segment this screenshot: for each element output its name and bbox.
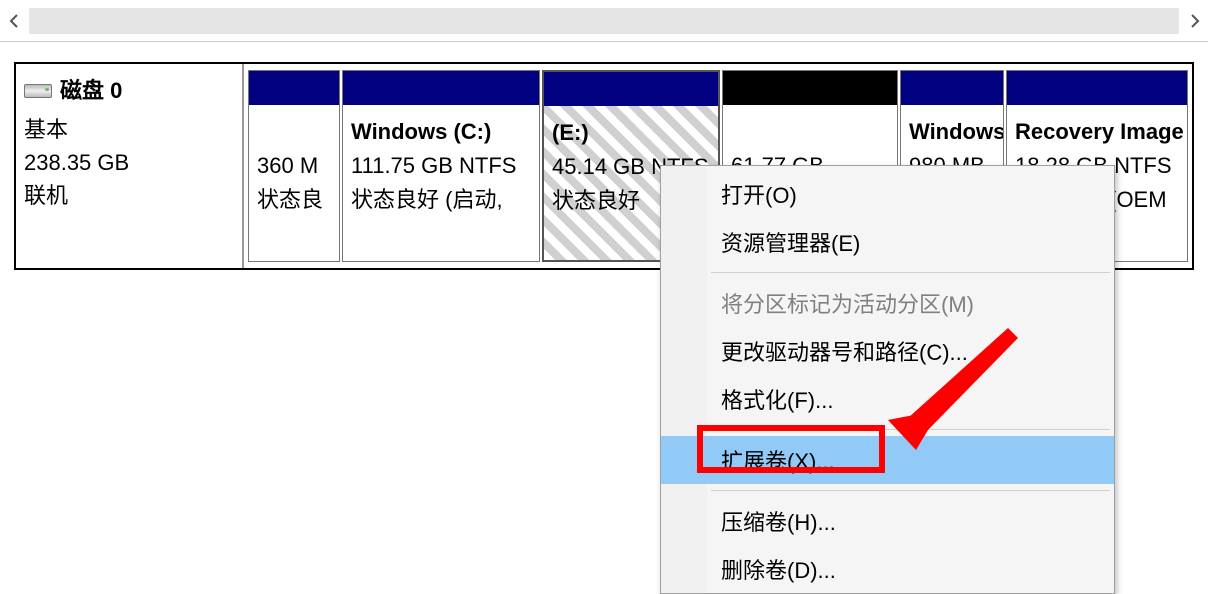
- partition-header: [901, 71, 1003, 105]
- disk-title: 磁盘 0: [60, 74, 122, 107]
- partition[interactable]: 360 M状态良: [248, 70, 340, 262]
- disk-icon: [24, 84, 52, 98]
- partition[interactable]: Windows (C:)111.75 GB NTFS状态良好 (启动,: [342, 70, 540, 262]
- partition-label: Recovery Image: [1015, 115, 1181, 149]
- menu-separator: [711, 272, 1110, 273]
- partition-label: Windows: [909, 115, 997, 149]
- partition-status: 状态良: [257, 183, 333, 217]
- partition-label: [731, 115, 891, 149]
- context-menu: 打开(O)资源管理器(E) 将分区标记为活动分区(M)更改驱动器号和路径(C)..…: [660, 165, 1115, 594]
- partition-label: [257, 115, 333, 149]
- partition-header: [723, 71, 897, 105]
- scroll-left-icon[interactable]: [0, 6, 27, 36]
- menu-item[interactable]: 更改驱动器号和路径(C)...: [661, 327, 1114, 375]
- scroll-right-icon[interactable]: [1181, 6, 1208, 36]
- horizontal-scrollbar[interactable]: [0, 0, 1208, 42]
- disk-size: 238.35 GB: [24, 146, 234, 179]
- disk-info: 磁盘 0 基本 238.35 GB 联机: [16, 64, 244, 268]
- menu-separator: [711, 429, 1110, 430]
- partition-header: [544, 72, 718, 106]
- menu-item[interactable]: 删除卷(D)...: [661, 545, 1114, 593]
- partition-label: Windows (C:): [351, 115, 533, 149]
- partition-size: 111.75 GB NTFS: [351, 149, 533, 183]
- scroll-track[interactable]: [29, 8, 1179, 34]
- partition-size: 360 M: [257, 149, 333, 183]
- disk-type: 基本: [24, 113, 234, 146]
- menu-item[interactable]: 格式化(F)...: [661, 375, 1114, 423]
- disk-status: 联机: [24, 179, 234, 212]
- partition-header: [343, 71, 539, 105]
- partition-label: (E:): [552, 116, 712, 150]
- menu-item[interactable]: 资源管理器(E): [661, 218, 1114, 266]
- partition-body: 360 M状态良: [249, 105, 339, 261]
- partition-body: Windows (C:)111.75 GB NTFS状态良好 (启动,: [343, 105, 539, 261]
- partition-header: [1007, 71, 1187, 105]
- menu-item: 将分区标记为活动分区(M): [661, 279, 1114, 327]
- menu-item[interactable]: 打开(O): [661, 170, 1114, 218]
- partition-header: [249, 71, 339, 105]
- menu-item[interactable]: 压缩卷(H)...: [661, 497, 1114, 545]
- menu-separator: [711, 490, 1110, 491]
- menu-item[interactable]: 扩展卷(X)...: [661, 436, 1114, 484]
- partition-status: 状态良好 (启动,: [351, 183, 533, 217]
